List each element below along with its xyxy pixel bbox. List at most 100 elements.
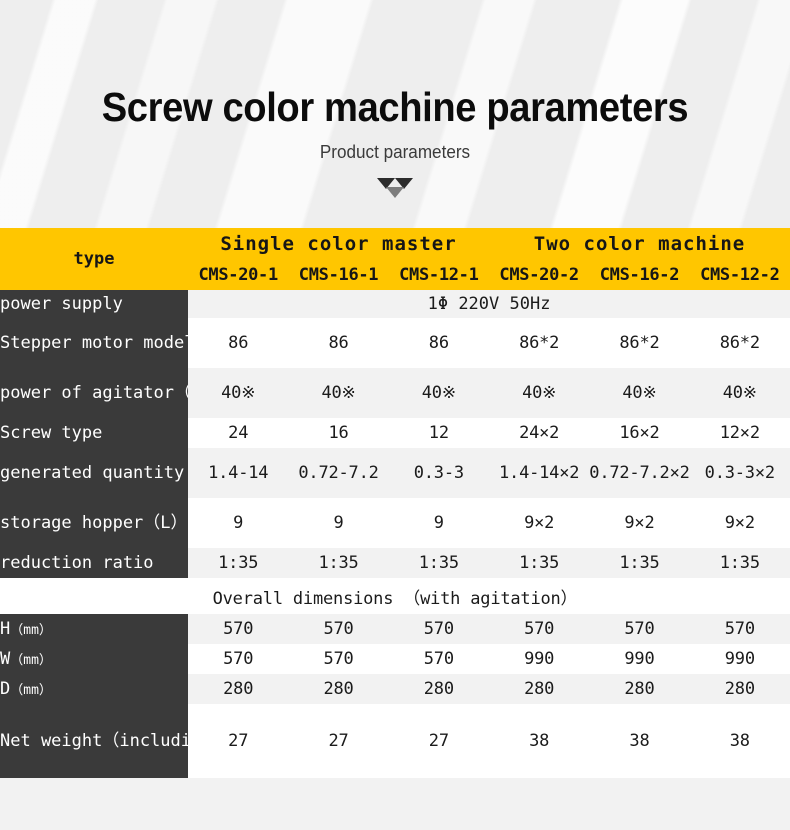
cell-value: 40※ xyxy=(188,368,289,418)
cell-value: 1:35 xyxy=(288,548,389,578)
row-label-6: storage hopper（L） xyxy=(0,498,189,548)
row-label-1: power supply xyxy=(0,290,189,318)
row-label-3: power of agitator（W） xyxy=(0,368,189,418)
header-model-1: CMS-20-1 xyxy=(188,259,289,290)
cell-value: 27 xyxy=(188,704,289,778)
cell-value: 1.4-14×2 xyxy=(488,448,590,498)
cell-value: 1:35 xyxy=(488,548,590,578)
cell-value: 24 xyxy=(188,418,289,448)
weight-label: Net weight（including electric box）kg xyxy=(0,704,189,778)
cell-value: 38 xyxy=(689,704,790,778)
page-title: Screw color machine parameters xyxy=(101,84,689,130)
cell-value: 570 xyxy=(689,614,790,644)
dimension-label-letter: W xyxy=(0,648,11,669)
dimension-label-unit: （mm） xyxy=(10,682,52,698)
table-row: power of agitator（W）40※40※40※40※40※40※ xyxy=(0,368,790,418)
down-triangle-icon-bottom xyxy=(386,187,404,198)
cell-value: 40※ xyxy=(488,368,590,418)
cell-value: 280 xyxy=(689,674,790,704)
cell-value: 24×2 xyxy=(488,418,590,448)
parameters-table: type Single color master Two color machine… xyxy=(0,228,790,778)
cell-value: 990 xyxy=(589,644,690,674)
cell-value: 40※ xyxy=(288,368,389,418)
table-row: power supply 1Φ 220V 50Hz xyxy=(0,290,790,318)
cell-value: 9×2 xyxy=(488,498,590,548)
dimension-label-unit: （mm） xyxy=(10,652,52,668)
dimension-label-letter: D xyxy=(0,678,11,699)
header-model-3: CMS-12-1 xyxy=(388,259,489,290)
header-model-4: CMS-20-2 xyxy=(488,259,590,290)
cell-value: 27 xyxy=(388,704,489,778)
table-row: Screw type 24 16 12 24×2 16×2 12×2 xyxy=(0,418,790,448)
header-group-2: Two color machine xyxy=(488,228,790,259)
cell-value: 86 xyxy=(388,318,489,368)
parameters-table-body: type Single color master Two color machine… xyxy=(0,228,790,778)
cell-value: 280 xyxy=(488,674,590,704)
cell-value: 0.72-7.2 xyxy=(288,448,389,498)
dimension-label-unit: （mm） xyxy=(10,622,52,638)
table-row: generated quantity（kg/h）1.4-140.72-7.20.… xyxy=(0,448,790,498)
dimension-label-1: H（mm） xyxy=(0,614,189,644)
cell-value: 0.3-3×2 xyxy=(689,448,790,498)
cell-value: 570 xyxy=(388,614,489,644)
cell-value: 0.72-7.2×2 xyxy=(589,448,690,498)
cell-value: 86*2 xyxy=(689,318,790,368)
triple-down-triangle-icon xyxy=(0,176,790,202)
header-model-5: CMS-16-2 xyxy=(589,259,690,290)
cell-value: 990 xyxy=(488,644,590,674)
cell-value: 1:35 xyxy=(188,548,289,578)
cell-value: 86*2 xyxy=(589,318,690,368)
table-row: D（mm） 280 280 280 280 280 280 xyxy=(0,674,790,704)
cell-value: 990 xyxy=(689,644,790,674)
cell-value: 280 xyxy=(188,674,289,704)
row-merged-value-1: 1Φ 220V 50Hz xyxy=(188,290,790,318)
table-row: Net weight（including electric box）kg2727… xyxy=(0,704,790,778)
cell-value: 1:35 xyxy=(388,548,489,578)
hero-banner: Screw color machine parameters Product p… xyxy=(0,0,790,228)
cell-value: 9 xyxy=(288,498,389,548)
cell-value: 1:35 xyxy=(689,548,790,578)
row-label-5: generated quantity（kg/h） xyxy=(0,448,189,498)
cell-value: 38 xyxy=(488,704,590,778)
cell-value: 1.4-14 xyxy=(188,448,289,498)
dimension-label-3: D（mm） xyxy=(0,674,189,704)
row-label-7: reduction ratio xyxy=(0,548,189,578)
cell-value: 1:35 xyxy=(589,548,690,578)
section-title-row: Overall dimensions （with agitation） xyxy=(0,578,790,614)
section-title: Overall dimensions （with agitation） xyxy=(0,578,790,614)
cell-value: 40※ xyxy=(388,368,489,418)
cell-value: 86 xyxy=(288,318,389,368)
cell-value: 280 xyxy=(388,674,489,704)
dimension-label-2: W（mm） xyxy=(0,644,189,674)
cell-value: 280 xyxy=(589,674,690,704)
header-corner-type: type xyxy=(0,228,189,290)
table-header-row-groups: type Single color master Two color machine xyxy=(0,228,790,290)
dimension-label-letter: H xyxy=(0,618,11,639)
table-row: H（mm） 570 570 570 570 570 570 xyxy=(0,614,790,644)
cell-value: 9×2 xyxy=(589,498,690,548)
row-label-2: Stepper motor model xyxy=(0,318,189,368)
cell-value: 16 xyxy=(288,418,389,448)
header-model-2: CMS-16-1 xyxy=(288,259,389,290)
table-row: reduction ratio 1:35 1:35 1:35 1:35 1:35 1:35 xyxy=(0,548,790,578)
cell-value: 570 xyxy=(288,644,389,674)
page-root: Screw color machine parameters Product p… xyxy=(0,0,790,830)
header-model-6: CMS-12-2 xyxy=(689,259,790,290)
cell-value: 570 xyxy=(589,614,690,644)
cell-value: 9 xyxy=(388,498,489,548)
page-subtitle: Product parameters xyxy=(319,142,471,162)
table-row: storage hopper（L） 9 9 9 9×2 9×2 9×2 xyxy=(0,498,790,548)
table-row: W（mm） 570 570 570 990 990 990 xyxy=(0,644,790,674)
cell-value: 27 xyxy=(288,704,389,778)
cell-value: 38 xyxy=(589,704,690,778)
cell-value: 570 xyxy=(388,644,489,674)
cell-value: 0.3-3 xyxy=(388,448,489,498)
cell-value: 570 xyxy=(188,644,289,674)
cell-value: 40※ xyxy=(689,368,790,418)
table-row: Stepper motor model 86 86 86 86*2 86*2 86*2 xyxy=(0,318,790,368)
cell-value: 12 xyxy=(388,418,489,448)
cell-value: 12×2 xyxy=(689,418,790,448)
cell-value: 16×2 xyxy=(589,418,690,448)
cell-value: 86 xyxy=(188,318,289,368)
cell-value: 570 xyxy=(288,614,389,644)
